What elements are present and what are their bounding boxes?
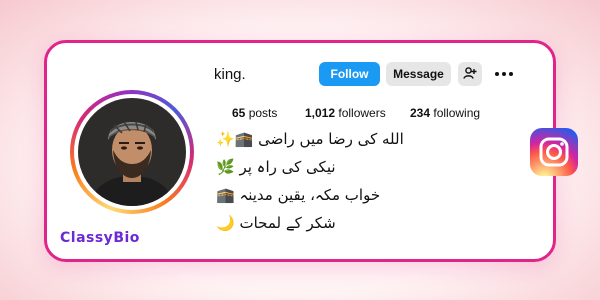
add-user-icon	[463, 66, 477, 83]
following-count: 234	[410, 106, 431, 120]
followers-count: 1,012	[305, 106, 336, 120]
avatar[interactable]	[78, 98, 186, 206]
stat-posts[interactable]: 65 posts	[232, 106, 277, 120]
followers-label: followers	[338, 106, 386, 120]
bio-line: خواب مکہ، یقین مدینہ 🕋	[216, 186, 381, 204]
follow-button[interactable]: Follow	[319, 62, 380, 86]
stat-followers[interactable]: 1,012 followers	[305, 106, 386, 120]
instagram-logo-icon	[530, 128, 578, 176]
brand-logo: ClassyBio	[60, 230, 140, 246]
bio-line: شکر کے لمحات 🌙	[216, 214, 336, 232]
message-button[interactable]: Message	[386, 62, 451, 86]
posts-label: posts	[248, 106, 278, 120]
bio-line: الله کی رضا میں راضی 🕋✨	[216, 130, 404, 148]
username: king.	[214, 66, 246, 83]
more-options-button[interactable]	[492, 62, 516, 86]
add-user-button[interactable]	[458, 62, 482, 86]
stat-following[interactable]: 234 following	[410, 106, 480, 120]
more-options-icon	[495, 72, 499, 76]
posts-count: 65	[232, 106, 246, 120]
following-label: following	[433, 106, 481, 120]
avatar-story-ring[interactable]	[70, 90, 194, 214]
bio-line: نیکی کی راہ پر 🌿	[216, 158, 336, 176]
